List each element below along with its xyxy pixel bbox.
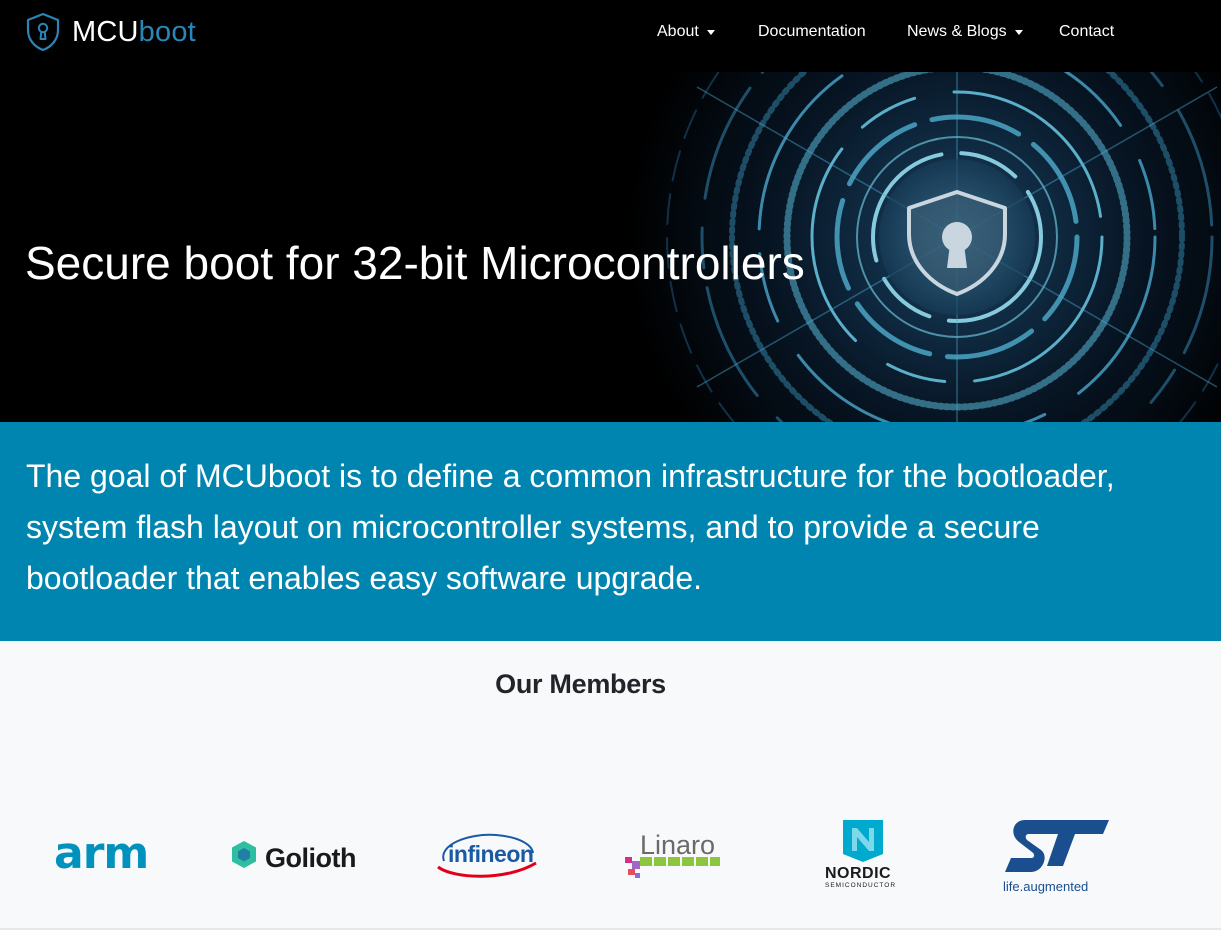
caret-down-icon: [1014, 29, 1023, 35]
nav-item-documentation[interactable]: Documentation: [758, 0, 866, 64]
nordic-logo[interactable]: NORDIC SEMICONDUCTOR: [824, 820, 906, 892]
top-navbar: MCUboot About Documentation News & Blogs…: [0, 0, 1221, 72]
mission-banner: The goal of MCUboot is to define a commo…: [0, 422, 1221, 641]
infineon-logo[interactable]: infineon: [434, 831, 538, 881]
nav-item-about[interactable]: About: [657, 0, 715, 64]
golioth-logo-text: Golioth: [265, 843, 356, 873]
golioth-logo[interactable]: Golioth: [230, 841, 364, 875]
members-section: Our Members arm Golioth infineon Linaro: [0, 641, 1221, 930]
caret-down-icon: [706, 29, 715, 35]
mission-text: The goal of MCUboot is to define a commo…: [26, 458, 1115, 596]
brand-name: MCUboot: [72, 12, 196, 52]
hero-banner: Secure boot for 32-bit Microcontrollers: [0, 72, 1221, 422]
arm-logo-text: arm: [54, 828, 148, 879]
hero-title: Secure boot for 32-bit Microcontrollers: [25, 237, 805, 289]
brand-name-part2: boot: [138, 16, 196, 48]
nav-item-documentation-label: Documentation: [758, 23, 866, 40]
nav-item-contact-label: Contact: [1059, 23, 1115, 40]
nav-item-news-blogs[interactable]: News & Blogs: [907, 0, 1023, 64]
brand-home-link[interactable]: MCUboot: [25, 12, 196, 52]
shield-keyhole-icon: [26, 12, 60, 52]
arm-logo[interactable]: arm: [54, 828, 158, 879]
infineon-logo-text: infineon: [448, 841, 533, 867]
linaro-logo[interactable]: Linaro: [622, 829, 722, 881]
nordic-logo-subtitle: SEMICONDUCTOR: [825, 882, 896, 889]
st-logo[interactable]: life.augmented: [1001, 820, 1113, 894]
brand-name-part1: MCU: [72, 16, 139, 48]
nav-item-news-blogs-label: News & Blogs: [907, 23, 1007, 40]
linaro-logo-text: Linaro: [640, 830, 715, 860]
st-logo-tagline: life.augmented: [1003, 879, 1088, 894]
nordic-logo-text: NORDIC: [825, 865, 891, 882]
nav-item-about-label: About: [657, 23, 699, 40]
nav-item-contact[interactable]: Contact: [1059, 0, 1114, 64]
members-title: Our Members: [495, 669, 666, 699]
